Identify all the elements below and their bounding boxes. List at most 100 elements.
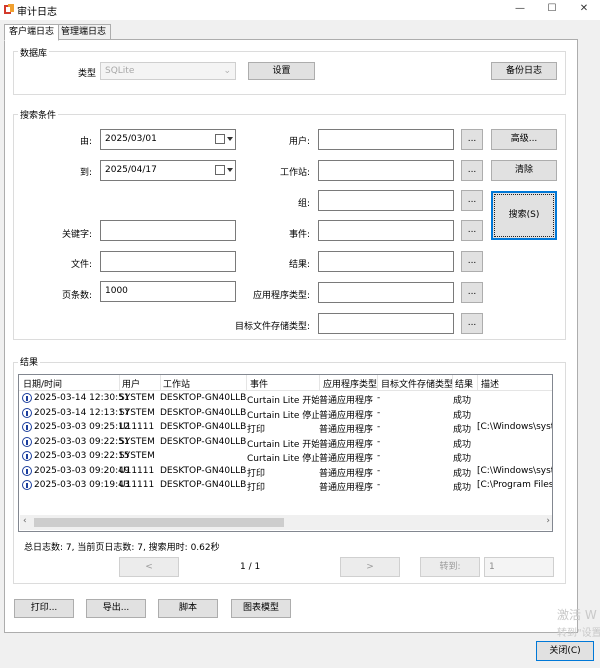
from-date-picker[interactable]: 2025/03/01 — [100, 129, 236, 150]
close-window-button[interactable]: ✕ — [569, 1, 599, 17]
user-input[interactable] — [318, 129, 454, 150]
keyword-input[interactable] — [100, 220, 236, 241]
cell-datetime: 2025-03-14 12:30:51 — [34, 393, 130, 403]
cell-user: U11111 — [119, 465, 155, 476]
dropdown-arrow-icon — [227, 168, 233, 172]
column-header[interactable]: 用户 — [122, 377, 140, 390]
column-header[interactable]: 日期/时间 — [23, 377, 62, 390]
cell-workstation: DESKTOP-GN40LLB — [160, 407, 247, 418]
cell-result: 成功 — [453, 468, 472, 479]
script-button[interactable]: 脚本 — [158, 599, 218, 618]
cell-app-type: 普通应用程序 — [319, 410, 374, 421]
table-row[interactable]: 2025-03-03 09:22:15 SYSTEM Curtain Lite … — [19, 450, 552, 465]
prev-page-button[interactable]: < — [119, 557, 179, 577]
chevron-down-icon: ⌄ — [223, 66, 231, 76]
search-button[interactable]: 搜索(S) — [491, 191, 557, 240]
column-header[interactable]: 应用程序类型 — [323, 377, 377, 390]
minimize-button[interactable]: — — [505, 1, 535, 17]
next-page-button[interactable]: > — [340, 557, 400, 577]
cell-workstation: DESKTOP-GN40LLB — [160, 393, 247, 403]
result-label: 结果: — [288, 260, 310, 270]
horizontal-scrollbar[interactable]: ‹ › — [20, 515, 552, 530]
column-divider[interactable] — [477, 375, 478, 391]
cell-app-type: 普通应用程序 — [319, 396, 374, 406]
table-row[interactable]: 2025-03-03 09:20:49 U11111 DESKTOP-GN40L… — [19, 465, 552, 480]
cell-datetime: 2025-03-03 09:20:49 — [34, 465, 130, 476]
to-label: 到: — [79, 168, 92, 178]
calendar-icon — [215, 134, 225, 144]
table-row[interactable]: 2025-03-03 09:22:51 SYSTEM DESKTOP-GN40L… — [19, 436, 552, 451]
column-header[interactable]: 描述 — [481, 377, 499, 390]
advanced-button[interactable]: 高级... — [491, 129, 557, 150]
result-browse-button[interactable]: ... — [461, 251, 483, 272]
keyword-label: 关键字: — [61, 230, 92, 240]
column-divider[interactable] — [119, 375, 120, 391]
cell-workstation: DESKTOP-GN40LLB — [160, 480, 247, 490]
close-button[interactable]: 关闭(C) — [536, 641, 594, 661]
from-label: 由: — [79, 137, 92, 147]
column-header[interactable]: 事件 — [250, 377, 268, 390]
file-input[interactable] — [100, 251, 236, 272]
results-list[interactable]: 日期/时间 用户 工作站 事件 应用程序类型 目标文件存储类型 结果 描述 20… — [18, 374, 553, 532]
scroll-left-icon[interactable]: ‹ — [23, 516, 27, 526]
workstation-label: 工作站: — [279, 168, 310, 178]
workstation-browse-button[interactable]: ... — [461, 160, 483, 181]
tab-admin-log[interactable]: 管理端日志 — [56, 24, 112, 40]
cell-result: 成功 — [453, 483, 472, 493]
column-header[interactable]: 工作站 — [163, 377, 190, 390]
event-input[interactable] — [318, 220, 454, 241]
goto-page-button[interactable]: 转到: — [420, 557, 480, 577]
column-divider[interactable] — [452, 375, 453, 391]
column-divider[interactable] — [246, 375, 247, 391]
cell-app-type: 普通应用程序 — [319, 454, 374, 464]
target-storage-input[interactable] — [318, 313, 454, 334]
db-type-select[interactable]: SQLite ⌄ — [100, 62, 236, 80]
app-type-input[interactable] — [318, 282, 454, 303]
info-icon — [22, 436, 32, 447]
group-browse-button[interactable]: ... — [461, 190, 483, 211]
to-date-picker[interactable]: 2025/04/17 — [100, 160, 236, 181]
type-label: 类型 — [77, 69, 96, 79]
column-divider[interactable] — [319, 375, 320, 391]
workstation-input[interactable] — [318, 160, 454, 181]
table-row[interactable]: 2025-03-14 12:30:51 SYSTEM DESKTOP-GN40L… — [19, 392, 552, 407]
event-browse-button[interactable]: ... — [461, 220, 483, 241]
maximize-button[interactable]: ☐ — [537, 1, 567, 17]
print-button[interactable]: 打印... — [14, 599, 74, 618]
backup-log-button[interactable]: 备份日志 — [491, 62, 557, 80]
target-storage-browse-button[interactable]: ... — [461, 313, 483, 334]
scroll-right-icon[interactable]: › — [546, 516, 550, 526]
dropdown-arrow-icon — [227, 137, 233, 141]
cell-datetime: 2025-03-03 09:22:51 — [34, 436, 130, 447]
goto-page-input[interactable]: 1 — [484, 557, 554, 577]
cell-datetime: 2025-03-14 12:13:17 — [34, 407, 130, 418]
group-input[interactable] — [318, 190, 454, 211]
cell-event: 打印 — [247, 425, 266, 435]
export-button[interactable]: 导出... — [86, 599, 146, 618]
column-divider[interactable] — [160, 375, 161, 391]
column-header[interactable]: 结果 — [455, 377, 473, 390]
user-browse-button[interactable]: ... — [461, 129, 483, 150]
user-label: 用户: — [288, 137, 310, 147]
column-header[interactable]: 目标文件存储类型 — [381, 377, 453, 390]
event-label: 事件: — [288, 230, 310, 240]
cell-event: Curtain Lite 开始 — [247, 396, 319, 406]
cell-datetime: 2025-03-03 09:19:43 — [34, 480, 130, 490]
results-header: 日期/时间 用户 工作站 事件 应用程序类型 目标文件存储类型 结果 描述 — [19, 375, 552, 391]
clear-button[interactable]: 清除 — [491, 160, 557, 181]
info-icon — [22, 465, 32, 476]
chart-template-button[interactable]: 图表模型 — [231, 599, 291, 618]
cell-user: SYSTEM — [119, 451, 155, 461]
cell-event: 打印 — [247, 483, 266, 493]
app-type-browse-button[interactable]: ... — [461, 282, 483, 303]
table-row[interactable]: 2025-03-03 09:19:43 U11111 DESKTOP-GN40L… — [19, 479, 552, 494]
tab-client-log[interactable]: 客户端日志 — [4, 24, 60, 41]
table-row[interactable]: 2025-03-14 12:13:17 SYSTEM DESKTOP-GN40L… — [19, 407, 552, 422]
page-size-input[interactable]: 1000 — [100, 281, 236, 302]
settings-button[interactable]: 设置 — [248, 62, 315, 80]
cell-description: [C:\Program Files ( — [477, 480, 552, 490]
result-input[interactable] — [318, 251, 454, 272]
column-divider[interactable] — [377, 375, 378, 391]
scrollbar-thumb[interactable] — [34, 518, 284, 527]
table-row[interactable]: 2025-03-03 09:25:12 U11111 DESKTOP-GN40L… — [19, 421, 552, 436]
